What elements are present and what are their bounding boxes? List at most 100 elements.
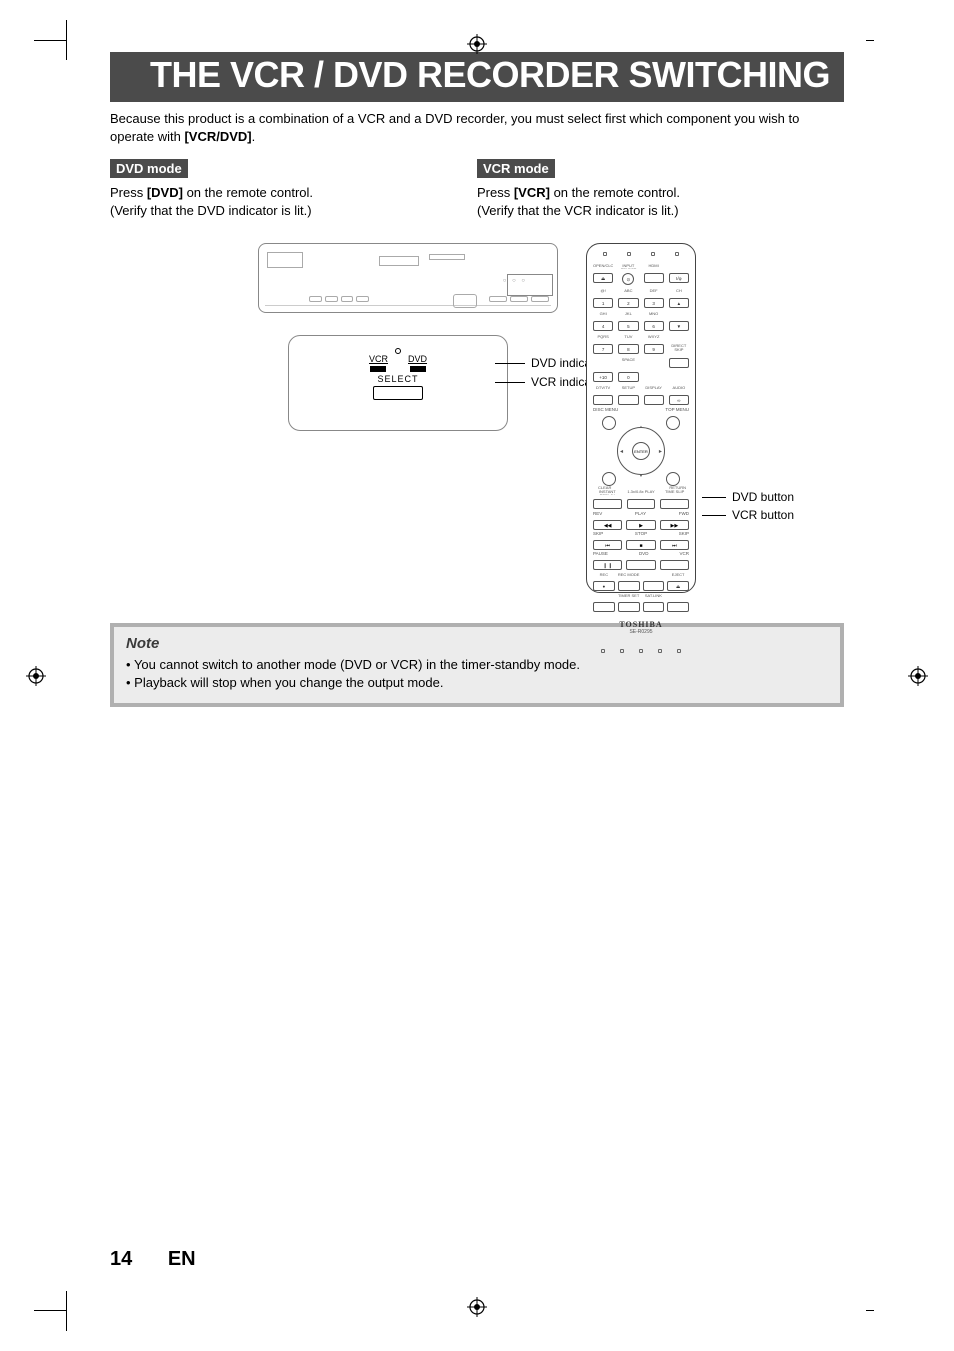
dvd-mode-label: DVD mode — [110, 159, 188, 178]
remote-model: SE-R0295 — [593, 629, 689, 635]
arrow-right-icon: ▶ — [659, 449, 662, 454]
clear-key — [602, 472, 616, 486]
diagram-row: ○ ○ ○ VCR DVD — [110, 243, 844, 593]
remote-control-icon: OPEN/CLOSE INPUT SELECT HDMI ⏏ ⊙ I/φ @! … — [586, 243, 696, 593]
key-label — [669, 335, 689, 340]
digit-6-key: 6 — [644, 321, 664, 331]
clear-label: CLEAR — [598, 485, 611, 490]
key-label — [644, 358, 664, 363]
remote-diagram: OPEN/CLOSE INPUT SELECT HDMI ⏏ ⊙ I/φ @! … — [586, 243, 696, 593]
spare-key — [643, 581, 665, 591]
audio-key: ∞ — [669, 395, 689, 405]
arrow-left-icon: ◀ — [620, 449, 623, 454]
dvd-line1-bold: [DVD] — [147, 185, 183, 200]
key-label: SPACE — [618, 358, 638, 363]
fwd-label: FWD — [679, 511, 689, 516]
spare-key-2 — [593, 602, 615, 612]
skip-label-r: SKIP — [679, 531, 689, 536]
time-slip-key — [660, 499, 689, 509]
satlink-key — [643, 602, 665, 612]
eject-key: ⏏ — [667, 581, 689, 591]
key-label — [669, 312, 689, 317]
play-label: PLAY — [635, 511, 646, 516]
key-label: SETUP — [618, 386, 638, 391]
key-label: EJECT — [667, 573, 689, 578]
vcr-mode-text: Press [VCR] on the remote control. (Veri… — [477, 184, 844, 219]
dvd-button-callout: DVD button — [732, 488, 794, 506]
key-label: AUDIO — [669, 386, 689, 391]
dvd-indicator-icon — [410, 366, 426, 372]
registration-mark-icon — [908, 666, 928, 686]
return-key — [666, 472, 680, 486]
arrow-down-icon: ▼ — [639, 473, 643, 478]
key-label — [593, 594, 615, 599]
select-button-icon — [373, 386, 423, 400]
key-label: WXYZ — [644, 335, 664, 340]
key-label: TIME SLIP — [660, 490, 689, 495]
front-panel-diagram: ○ ○ ○ VCR DVD — [258, 243, 558, 593]
key-label: SAT.LINK — [643, 594, 665, 599]
key-label: INSTANT REPLAY — [593, 490, 622, 495]
key-label — [593, 358, 613, 363]
key-label — [669, 372, 689, 377]
pause-key: ❙ ❙ — [593, 560, 622, 570]
note-item: Playback will stop when you change the o… — [126, 674, 828, 692]
input-select-key: ⊙ — [622, 273, 634, 285]
key-label: MNO — [644, 312, 664, 317]
crop-mark — [66, 1291, 67, 1331]
vcr-line1-bold: [VCR] — [514, 185, 550, 200]
key-label — [667, 594, 689, 599]
key-label: CH — [669, 289, 689, 294]
crop-mark — [866, 40, 874, 41]
direct-skip-key — [669, 358, 689, 368]
display-key — [644, 395, 664, 405]
page-number: 14 EN — [110, 1248, 196, 1271]
timer-set-key — [618, 602, 640, 612]
stop-key: ■ — [626, 540, 655, 550]
top-menu-label: TOP MENU — [665, 407, 689, 412]
note-title: Note — [126, 635, 828, 652]
top-menu-key — [666, 416, 680, 430]
crop-mark — [866, 1310, 874, 1311]
play-key: ▶ — [626, 520, 655, 530]
intro-text-b: . — [252, 129, 256, 144]
skip-fwd-key: ⏭ — [660, 540, 689, 550]
unit-front-panel-icon: ○ ○ ○ — [258, 243, 558, 313]
skip-back-key: ⏮ — [593, 540, 622, 550]
vcr-line2: (Verify that the VCR indicator is lit.) — [477, 203, 679, 218]
intro-text-bold: [VCR/DVD] — [184, 129, 251, 144]
key-label: REC MODE — [618, 573, 640, 578]
dvd-mode-column: DVD mode Press [DVD] on the remote contr… — [110, 159, 477, 233]
page-lang: EN — [168, 1248, 196, 1270]
key-label: DIRECT SKIP — [669, 344, 689, 354]
key-label: GHI — [593, 312, 613, 317]
page-content: THE VCR / DVD RECORDER SWITCHING Because… — [110, 52, 844, 707]
remote-brand: TOSHIBA — [593, 620, 689, 629]
key-label: @! — [593, 289, 613, 294]
open-close-key: ⏏ — [593, 273, 613, 283]
dvd-line1-a: Press — [110, 185, 147, 200]
note-item: You cannot switch to another mode (DVD o… — [126, 656, 828, 674]
instant-replay-key — [593, 499, 622, 509]
digit-9-key: 9 — [644, 344, 664, 354]
dtv-tv-key — [593, 395, 613, 405]
dvd-indicator-label: DVD — [408, 354, 427, 364]
fwd-key: ▶▶ — [660, 520, 689, 530]
key-label: JKL — [618, 312, 638, 317]
crop-mark — [34, 1310, 66, 1311]
key-label: INPUT SELECT — [618, 264, 638, 269]
rec-key: ● — [593, 581, 615, 591]
digit-8-key: 8 — [618, 344, 638, 354]
power-key: I/φ — [669, 273, 689, 283]
vcr-indicator-label: VCR — [369, 354, 388, 364]
vcr-line1-a: Press — [477, 185, 514, 200]
dvd-line2: (Verify that the DVD indicator is lit.) — [110, 203, 312, 218]
hdmi-key — [644, 273, 664, 283]
key-label: 1.3x/0.8x PLAY — [627, 490, 656, 495]
vcr-mode-column: VCR mode Press [VCR] on the remote contr… — [477, 159, 844, 233]
spare-key-3 — [667, 602, 689, 612]
setup-key — [618, 395, 638, 405]
dvd-button-key — [626, 560, 655, 570]
vcr-button-callout: VCR button — [732, 506, 794, 524]
digit-3-key: 3 — [644, 298, 664, 308]
